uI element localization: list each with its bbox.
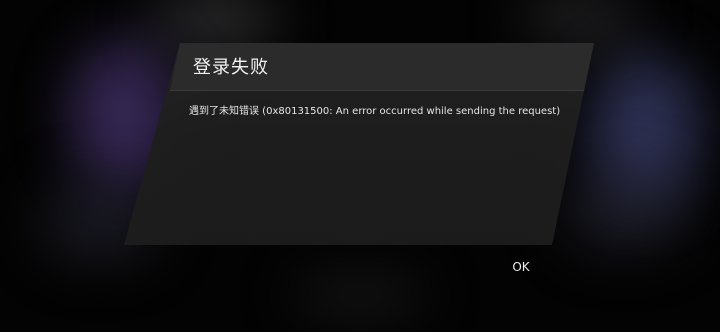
ok-button[interactable]: OK xyxy=(505,256,537,278)
background-blur xyxy=(520,0,640,45)
dialog-title: 登录失败 xyxy=(193,57,269,78)
background-blur xyxy=(560,170,690,250)
screen: 登录失败 遇到了未知错误 (0x80131500: An error occur… xyxy=(0,0,720,332)
error-message: 遇到了未知错误 (0x80131500: An error occurred w… xyxy=(189,106,561,117)
background-blur xyxy=(150,0,280,50)
background-blur xyxy=(290,275,430,315)
